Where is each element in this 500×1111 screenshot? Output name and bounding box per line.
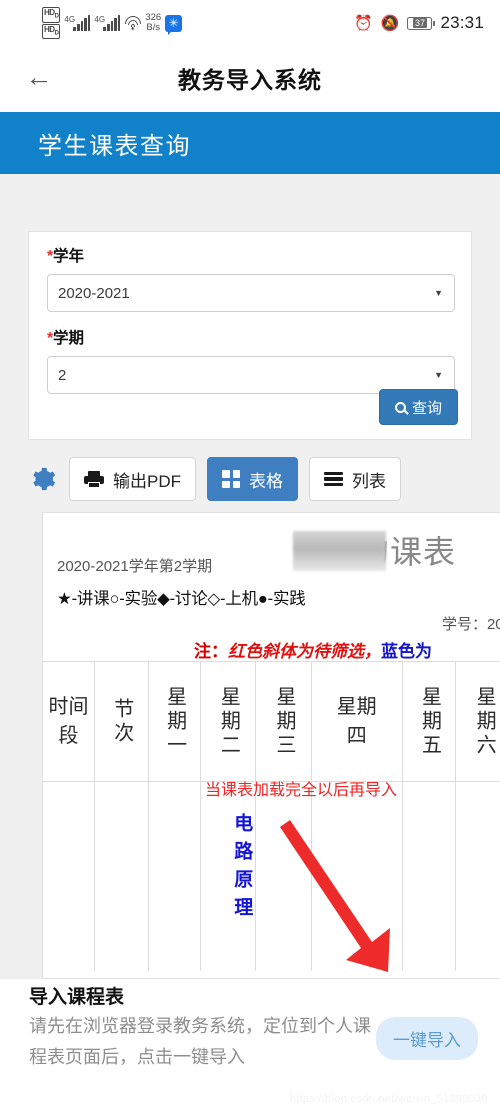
table-header-cell: 星期三	[256, 661, 312, 781]
import-section: 导入课程表 请先在浏览器登录教务系统，定位到个人课程表页面后，点击一键导入 一键…	[0, 979, 500, 1111]
chevron-down-icon: ▼	[434, 370, 443, 380]
term-line: 2020-2021学年第2学期	[57, 558, 213, 575]
note-blue-text: 蓝色为	[381, 642, 432, 661]
battery-level: 37	[412, 18, 427, 28]
signal-bars-sim1-icon: 4G	[64, 15, 91, 31]
status-bar: HDD HDD 4G 4G 326 B/s ✳ ⏰ 🔕 37 23:31	[0, 0, 500, 46]
grid-icon	[222, 470, 240, 488]
tab-table-label: 表格	[249, 471, 283, 491]
table-cell	[94, 781, 149, 971]
table-header-cell: 星期一	[148, 661, 201, 781]
back-arrow-icon[interactable]: ←	[22, 61, 56, 95]
query-form-card: *学年 2020-2021 ▼ *学期 2 ▼ 查询	[28, 231, 472, 440]
redaction-blur	[293, 531, 386, 571]
student-id-line: 学号：203	[441, 616, 500, 633]
table-header-cell: 星期五	[402, 661, 457, 781]
search-icon	[394, 401, 406, 413]
table-cell-course[interactable]: 电路原理	[200, 781, 257, 971]
school-year-label: *学年	[47, 248, 85, 265]
note-label: 注：	[194, 642, 228, 661]
battery-icon: 37	[407, 16, 436, 30]
page-title: 教务导入系统	[178, 66, 322, 93]
course-name: 电路原理	[231, 813, 253, 925]
annotation-text: 当课表加载完全以后再导入	[205, 782, 398, 799]
network-speed-indicator: 326 B/s	[145, 12, 161, 34]
tab-list-view[interactable]: 列表	[309, 457, 401, 501]
mute-bell-icon: 🔕	[380, 14, 400, 32]
term-label: *学期	[47, 330, 85, 347]
note-red-text: 红色斜体为待筛选，	[228, 642, 381, 661]
table-header-cell: 星期六	[456, 661, 500, 781]
table-header-row: 时间段 节次 星期一 星期二 星期三 星期四 星期五 星期六	[43, 661, 500, 781]
school-year-value: 2020-2021	[58, 284, 130, 302]
export-pdf-button[interactable]: 输出PDF	[69, 457, 196, 501]
watermark-text: https://blog.csdn.net/weixin_51899030	[289, 1093, 488, 1105]
import-title: 导入课程表	[29, 987, 125, 1008]
view-toolbar: 输出PDF 表格 列表	[28, 456, 472, 502]
query-button[interactable]: 查询	[378, 389, 458, 425]
tab-list-label: 列表	[352, 471, 386, 491]
chevron-down-icon: ▼	[434, 288, 443, 298]
annotation-arrow-icon	[280, 820, 390, 972]
hd-volte-icons: HDD HDD	[42, 6, 61, 40]
symbol-legend: ★-讲课○-实验◆-讨论◇-上机●-实践	[57, 590, 306, 608]
table-header-cell: 节次	[94, 661, 149, 781]
status-bar-right: ⏰ 🔕 37 23:31	[354, 13, 484, 33]
table-header-cell: 时间段	[43, 661, 95, 781]
export-pdf-label: 输出PDF	[113, 471, 181, 491]
alarm-icon: ⏰	[354, 14, 373, 32]
bluetooth-icon: ✳	[165, 14, 183, 35]
status-clock: 23:31	[440, 13, 484, 32]
banner-title: 学生课表查询	[38, 132, 191, 160]
app-title-bar: ← 教务导入系统	[0, 46, 500, 109]
one-click-import-button[interactable]: 一键导入	[376, 1017, 478, 1060]
term-value: 2	[58, 366, 67, 384]
schedule-header: 〇〇的课表 2020-2021学年第2学期 ★-讲课○-实验◆-讨论◇-上机●-…	[43, 513, 500, 661]
wifi-icon	[124, 16, 141, 30]
hd-badge-sim2: HDD	[42, 23, 61, 40]
table-cell	[43, 781, 95, 971]
network-speed-unit: B/s	[146, 22, 161, 33]
list-icon	[324, 471, 343, 487]
phone-screen: HDD HDD 4G 4G 326 B/s ✳ ⏰ 🔕 37 23:31 ← 教…	[0, 0, 500, 1111]
color-note: 注：红色斜体为待筛选，蓝色为	[194, 637, 432, 662]
page-banner: 学生课表查询	[0, 112, 500, 174]
query-button-label: 查询	[411, 399, 442, 417]
tab-table-view[interactable]: 表格	[207, 457, 298, 501]
status-bar-left: HDD HDD 4G 4G 326 B/s ✳	[42, 6, 183, 40]
table-header-cell: 星期四	[311, 661, 403, 781]
gear-icon[interactable]	[28, 465, 56, 493]
signal-bars-sim2-icon: 4G	[94, 15, 121, 31]
import-description: 请先在浏览器登录教务系统，定位到个人课程表页面后，点击一键导入	[29, 1016, 371, 1067]
school-year-select[interactable]: 2020-2021 ▼	[47, 274, 455, 312]
table-cell	[148, 781, 201, 971]
table-header-cell: 星期二	[200, 661, 257, 781]
hd-badge-sim1: HDD	[42, 6, 61, 23]
printer-icon	[84, 470, 104, 488]
